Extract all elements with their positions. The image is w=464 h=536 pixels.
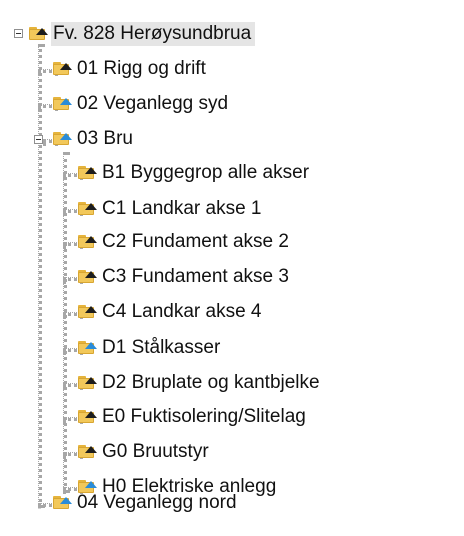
root-collapse-toggle[interactable] bbox=[14, 29, 23, 38]
folder-up-icon bbox=[77, 201, 97, 217]
tree-node-b1[interactable]: B1 Byggegrop alle akser bbox=[77, 159, 313, 187]
tree-node-01-rigg[interactable]: 01 Rigg og drift bbox=[52, 55, 210, 83]
tree-node-label: D2 Bruplate og kantbjelke bbox=[102, 372, 320, 393]
tree-node-label: G0 Bruutstyr bbox=[102, 441, 209, 462]
tree-node-label: Fv. 828 Herøysundbrua bbox=[51, 22, 256, 46]
tree-node-label: C3 Fundament akse 3 bbox=[102, 266, 289, 287]
folder-up-icon bbox=[77, 234, 97, 250]
tree-node-d2[interactable]: D2 Bruplate og kantbjelke bbox=[77, 369, 324, 397]
folder-up-icon bbox=[77, 165, 97, 181]
folder-up-icon bbox=[77, 409, 97, 425]
bru-collapse-toggle[interactable] bbox=[34, 135, 43, 144]
folder-tree: Fv. 828 Herøysundbrua 01 Rigg og drift 0… bbox=[0, 0, 464, 536]
folder-up-icon bbox=[52, 495, 72, 511]
tree-node-label: C1 Landkar akse 1 bbox=[102, 198, 262, 219]
tree-node-g0[interactable]: G0 Bruutstyr bbox=[77, 438, 213, 466]
tree-node-label: 03 Bru bbox=[77, 128, 133, 149]
tree-node-label: 04 Veganlegg nord bbox=[77, 492, 237, 513]
tree-node-02-veganlegg-syd[interactable]: 02 Veganlegg syd bbox=[52, 90, 232, 118]
tree-node-label: C2 Fundament akse 2 bbox=[102, 231, 289, 252]
tree-node-root[interactable]: Fv. 828 Herøysundbrua bbox=[28, 20, 256, 48]
tree-node-d1[interactable]: D1 Stålkasser bbox=[77, 334, 224, 362]
tree-node-04-veganlegg-nord[interactable]: 04 Veganlegg nord bbox=[52, 489, 241, 517]
tree-node-label: B1 Byggegrop alle akser bbox=[102, 162, 310, 183]
tree-node-c1[interactable]: C1 Landkar akse 1 bbox=[77, 195, 266, 223]
tree-node-c3[interactable]: C3 Fundament akse 3 bbox=[77, 263, 293, 291]
tree-node-label: C4 Landkar akse 4 bbox=[102, 301, 262, 322]
tree-node-label: 02 Veganlegg syd bbox=[77, 93, 229, 114]
folder-up-icon bbox=[77, 304, 97, 320]
folder-up-icon bbox=[77, 444, 97, 460]
folder-up-icon bbox=[77, 340, 97, 356]
folder-up-icon bbox=[77, 269, 97, 285]
folder-up-icon bbox=[77, 375, 97, 391]
folder-up-icon bbox=[28, 26, 48, 42]
tree-node-e0[interactable]: E0 Fuktisolering/Slitelag bbox=[77, 403, 310, 431]
tree-node-label: D1 Stålkasser bbox=[102, 337, 221, 358]
tree-node-c4[interactable]: C4 Landkar akse 4 bbox=[77, 298, 266, 326]
tree-node-label: 01 Rigg og drift bbox=[77, 58, 206, 79]
tree-node-03-bru[interactable]: 03 Bru bbox=[52, 125, 137, 153]
folder-up-icon bbox=[52, 61, 72, 77]
tree-node-label: E0 Fuktisolering/Slitelag bbox=[102, 406, 306, 427]
folder-up-icon bbox=[52, 131, 72, 147]
folder-up-icon bbox=[52, 96, 72, 112]
tree-node-c2[interactable]: C2 Fundament akse 2 bbox=[77, 228, 293, 256]
